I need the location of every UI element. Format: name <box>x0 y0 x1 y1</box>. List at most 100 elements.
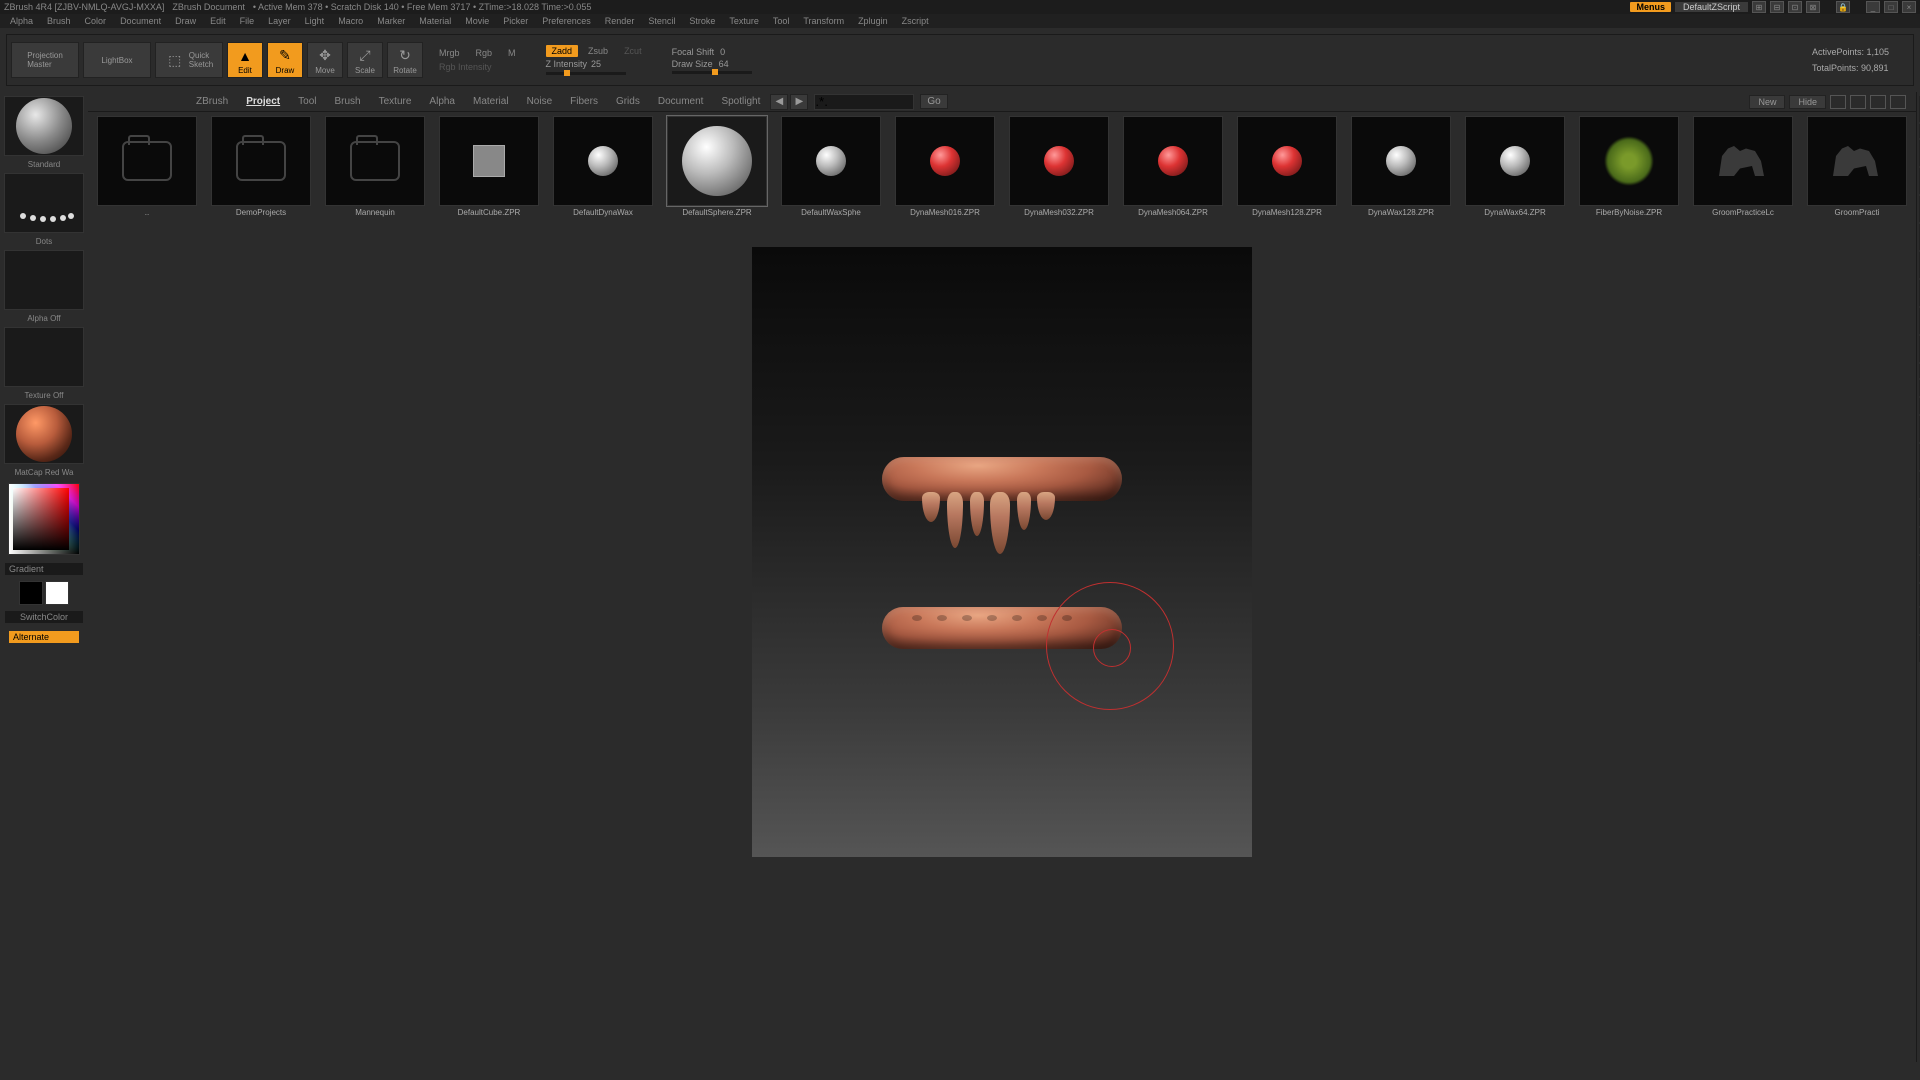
menu-transform[interactable]: Transform <box>797 16 850 26</box>
menus-button[interactable]: Menus <box>1630 2 1671 12</box>
lightbox-item[interactable]: DynaMesh064.ZPR <box>1118 116 1228 223</box>
tab-zbrush[interactable]: ZBrush <box>188 94 236 109</box>
view-mode-icon-3[interactable] <box>1890 95 1906 109</box>
menu-zplugin[interactable]: Zplugin <box>852 16 894 26</box>
tab-brush[interactable]: Brush <box>327 94 369 109</box>
tab-tool[interactable]: Tool <box>290 94 324 109</box>
menu-macro[interactable]: Macro <box>332 16 369 26</box>
alpha-thumbnail[interactable] <box>4 250 84 310</box>
stroke-thumbnail[interactable] <box>4 173 84 233</box>
search-input[interactable] <box>814 94 914 110</box>
lightbox-item[interactable]: DefaultSphere.ZPR <box>662 116 772 223</box>
z-intensity-value[interactable]: 25 <box>591 59 601 69</box>
tab-project[interactable]: Project <box>238 94 288 109</box>
menu-preferences[interactable]: Preferences <box>536 16 597 26</box>
gradient-button[interactable]: Gradient <box>5 563 83 575</box>
m-toggle[interactable]: M <box>502 47 522 59</box>
color-picker[interactable] <box>8 483 80 555</box>
tab-material[interactable]: Material <box>465 94 517 109</box>
menu-file[interactable]: File <box>234 16 261 26</box>
lightbox-item[interactable]: DemoProjects <box>206 116 316 223</box>
menu-edit[interactable]: Edit <box>204 16 232 26</box>
view-mode-icon-0[interactable] <box>1830 95 1846 109</box>
lightbox-item[interactable]: DynaMesh128.ZPR <box>1232 116 1342 223</box>
menu-stencil[interactable]: Stencil <box>642 16 681 26</box>
lightbox-item[interactable]: FiberByNoise.ZPR <box>1574 116 1684 223</box>
tab-spotlight[interactable]: Spotlight <box>713 94 768 109</box>
lightbox-item[interactable]: GroomPracticeLc <box>1688 116 1798 223</box>
menu-tool[interactable]: Tool <box>767 16 796 26</box>
default-zscript-button[interactable]: DefaultZScript <box>1675 2 1748 12</box>
tab-texture[interactable]: Texture <box>371 94 420 109</box>
secondary-color-swatch[interactable] <box>19 581 43 605</box>
draw-size-value[interactable]: 64 <box>719 59 729 69</box>
material-thumbnail[interactable] <box>4 404 84 464</box>
menu-brush[interactable]: Brush <box>41 16 77 26</box>
tab-fibers[interactable]: Fibers <box>562 94 606 109</box>
view-mode-icon-1[interactable] <box>1850 95 1866 109</box>
new-button[interactable]: New <box>1749 95 1785 109</box>
lightbox-item[interactable]: .. <box>92 116 202 223</box>
lightbox-item[interactable]: DefaultWaxSphe <box>776 116 886 223</box>
window-layout-icon-2[interactable]: ⊟ <box>1770 1 1784 13</box>
mrgb-toggle[interactable]: Mrgb <box>433 47 466 59</box>
close-icon[interactable]: × <box>1902 1 1916 13</box>
lightbox-item[interactable]: GroomPracti <box>1802 116 1912 223</box>
alternate-button[interactable]: Alternate <box>9 631 79 643</box>
focal-shift-value[interactable]: 0 <box>720 47 725 57</box>
tab-grids[interactable]: Grids <box>608 94 648 109</box>
menu-layer[interactable]: Layer <box>262 16 297 26</box>
menu-texture[interactable]: Texture <box>723 16 765 26</box>
zsub-toggle[interactable]: Zsub <box>582 45 614 57</box>
hide-button[interactable]: Hide <box>1789 95 1826 109</box>
lightbox-item[interactable]: DynaMesh032.ZPR <box>1004 116 1114 223</box>
rotate-mode-button[interactable]: ↻Rotate <box>387 42 423 78</box>
lightbox-item[interactable]: Mannequin <box>320 116 430 223</box>
menu-color[interactable]: Color <box>79 16 113 26</box>
canvas-area[interactable] <box>88 227 1916 1062</box>
lightbox-item[interactable]: DynaMesh016.ZPR <box>890 116 1000 223</box>
brush-thumbnail[interactable] <box>4 96 84 156</box>
zcut-toggle[interactable]: Zcut <box>618 45 648 57</box>
menu-movie[interactable]: Movie <box>459 16 495 26</box>
z-intensity-slider[interactable]: .slider-bar[data-name="z-intensity-slide… <box>546 72 626 75</box>
switch-color-button[interactable]: SwitchColor <box>5 611 83 623</box>
menu-picker[interactable]: Picker <box>497 16 534 26</box>
lightbox-item[interactable]: DynaWax128.ZPR <box>1346 116 1456 223</box>
lightbox-item[interactable]: DefaultDynaWax <box>548 116 658 223</box>
texture-thumbnail[interactable] <box>4 327 84 387</box>
window-layout-icon-3[interactable]: ⊡ <box>1788 1 1802 13</box>
menu-marker[interactable]: Marker <box>371 16 411 26</box>
menu-render[interactable]: Render <box>599 16 641 26</box>
draw-mode-button[interactable]: ✎Draw <box>267 42 303 78</box>
projection-master-button[interactable]: Projection Master <box>11 42 79 78</box>
menu-zscript[interactable]: Zscript <box>896 16 935 26</box>
draw-size-slider[interactable]: .slider-bar[data-name="draw-size-slider"… <box>672 71 752 74</box>
view-mode-icon-2[interactable] <box>1870 95 1886 109</box>
lock-icon[interactable]: 🔒 <box>1836 1 1850 13</box>
menu-light[interactable]: Light <box>299 16 331 26</box>
menu-alpha[interactable]: Alpha <box>4 16 39 26</box>
go-button[interactable]: Go <box>920 94 947 109</box>
quick-sketch-button[interactable]: ⬚Quick Sketch <box>155 42 223 78</box>
tab-document[interactable]: Document <box>650 94 712 109</box>
zadd-toggle[interactable]: Zadd <box>546 45 579 57</box>
edit-mode-button[interactable]: ▲Edit <box>227 42 263 78</box>
window-layout-icon-4[interactable]: ⊠ <box>1806 1 1820 13</box>
primary-color-swatch[interactable] <box>45 581 69 605</box>
menu-document[interactable]: Document <box>114 16 167 26</box>
tab-alpha[interactable]: Alpha <box>421 94 463 109</box>
scale-mode-button[interactable]: ⤢Scale <box>347 42 383 78</box>
menu-material[interactable]: Material <box>413 16 457 26</box>
nav-next-icon[interactable]: ▶ <box>790 94 808 110</box>
window-layout-icon-1[interactable]: ⊞ <box>1752 1 1766 13</box>
tab-noise[interactable]: Noise <box>519 94 561 109</box>
document-viewport[interactable] <box>752 247 1252 857</box>
lightbox-button[interactable]: LightBox <box>83 42 151 78</box>
maximize-icon[interactable]: □ <box>1884 1 1898 13</box>
lightbox-item[interactable]: DynaWax64.ZPR <box>1460 116 1570 223</box>
rgb-toggle[interactable]: Rgb <box>470 47 499 59</box>
lightbox-item[interactable]: DefaultCube.ZPR <box>434 116 544 223</box>
menu-stroke[interactable]: Stroke <box>683 16 721 26</box>
move-mode-button[interactable]: ✥Move <box>307 42 343 78</box>
